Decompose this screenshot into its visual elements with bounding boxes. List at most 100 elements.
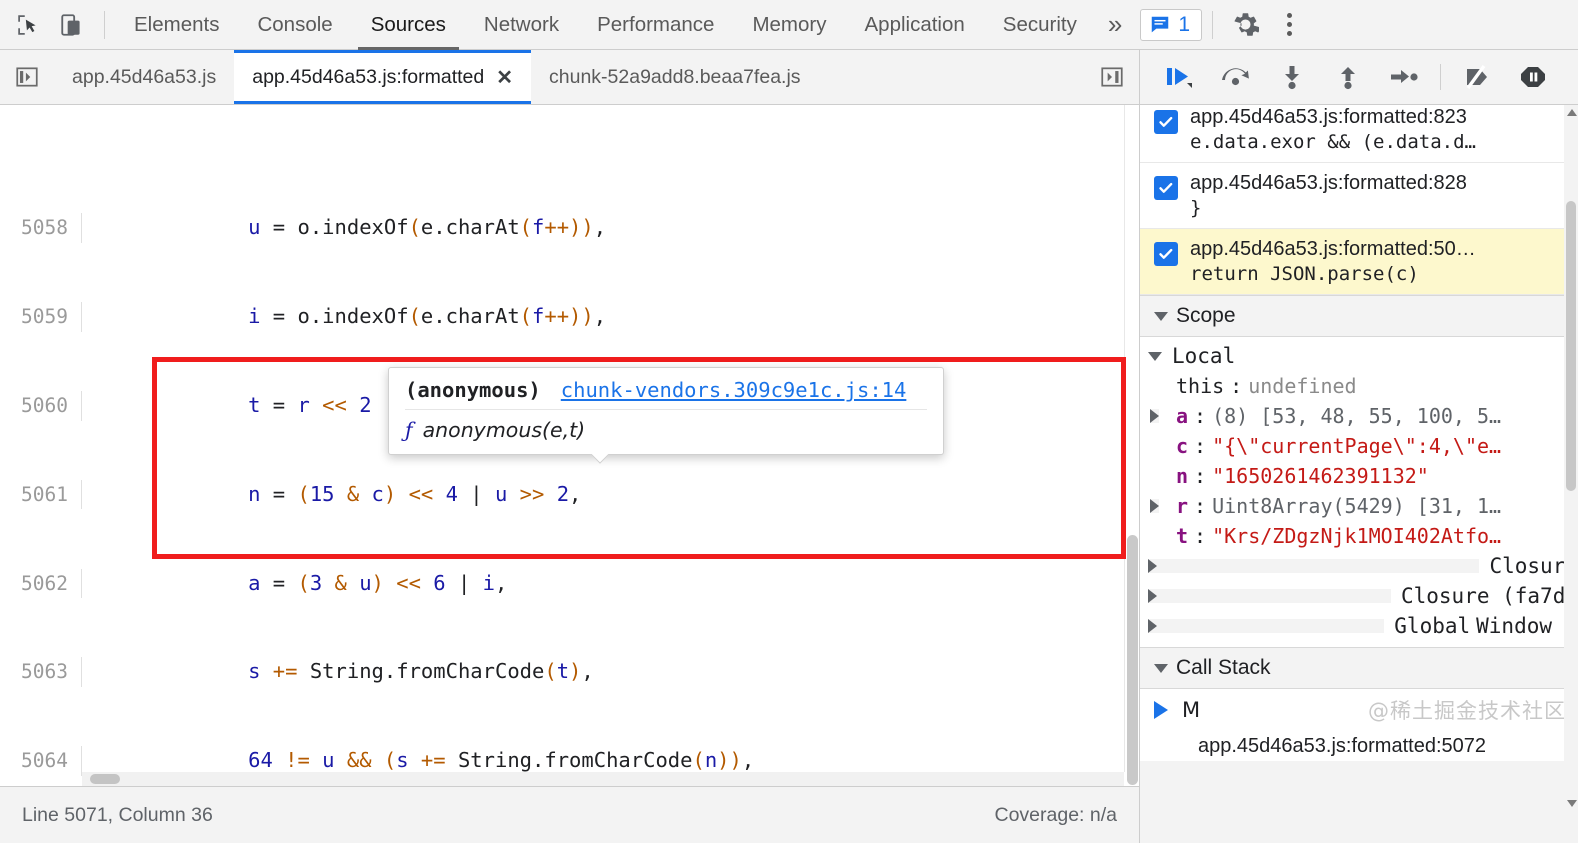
sidebar-scrollbar[interactable] (1564, 105, 1578, 843)
tab-sources[interactable]: Sources (352, 0, 465, 50)
devtools-body: app.45d46a53.js app.45d46a53.js:formatte… (0, 50, 1578, 843)
scope-var-value: "Krs/ZDgzNjk1MOI402Atfo… (1212, 524, 1502, 548)
chevron-down-icon (1154, 663, 1168, 673)
coverage-status[interactable]: Coverage: n/a (995, 804, 1118, 827)
debugger-controls-toolbar (1140, 50, 1578, 105)
call-stack-frame[interactable]: M @稀土掘金技术社区 (1140, 689, 1578, 731)
scope-var-name: a (1176, 404, 1189, 428)
scope-sep: : (1230, 374, 1243, 398)
tab-application[interactable]: Application (846, 0, 984, 50)
step-into-next-function-call-button[interactable] (1266, 55, 1318, 99)
editor-vertical-scroll-thumb (1127, 535, 1138, 785)
line-number[interactable]: 5062 (0, 568, 82, 599)
step-button[interactable] (1378, 55, 1430, 99)
scope-global-value: Window (1476, 614, 1552, 638)
kebab-menu-icon[interactable] (1267, 3, 1311, 47)
tab-performance[interactable]: Performance (578, 0, 733, 50)
scope-group-global[interactable]: Global Window (1140, 611, 1578, 641)
scope-group-local[interactable]: Local (1140, 341, 1578, 371)
tab-network[interactable]: Network (465, 0, 578, 50)
line-number[interactable]: 5064 (0, 746, 82, 776)
popover-tail (589, 454, 609, 464)
scope-group-label: Closure (fa7d) (1400, 584, 1578, 608)
devtools-main-toolbar: Elements Console Sources Network Perform… (0, 0, 1578, 50)
show-navigator-icon[interactable] (0, 50, 54, 104)
close-icon[interactable]: ✕ (496, 65, 513, 90)
breakpoints-list: app.45d46a53.js:formatted:823 e.data.exo… (1140, 105, 1578, 295)
breakpoint-source: return JSON.parse(c) (1190, 263, 1419, 285)
scroll-down-arrow-icon[interactable] (1567, 800, 1577, 807)
more-tabs-icon[interactable] (1085, 50, 1139, 104)
breakpoint-source: } (1190, 197, 1202, 219)
row-expander[interactable] (1150, 499, 1170, 513)
inspect-element-icon[interactable] (6, 3, 50, 47)
scope-row-t[interactable]: t: "Krs/ZDgzNjk1MOI402Atfo… (1140, 521, 1578, 551)
code-line: 5062 a = (3 & u) << 6 | i, (0, 568, 1139, 599)
code-editor[interactable]: 5058 u = o.indexOf(e.charAt(f++)), 5059 … (0, 105, 1139, 786)
breakpoint-text: app.45d46a53.js:formatted:823 e.data.exo… (1190, 106, 1476, 153)
file-tab-app-js[interactable]: app.45d46a53.js (54, 50, 234, 104)
chevron-right-icon (1150, 499, 1159, 513)
scope-sep: : (1194, 464, 1207, 488)
scope-row-this[interactable]: this: undefined (1140, 371, 1578, 401)
editor-vertical-scrollbar[interactable] (1124, 105, 1139, 785)
tab-console[interactable]: Console (238, 0, 351, 50)
popover-function-name: (anonymous) (405, 378, 541, 402)
breakpoint-row[interactable]: app.45d46a53.js:formatted:828 } (1140, 163, 1578, 229)
step-out-of-current-function-button[interactable] (1322, 55, 1374, 99)
row-expander[interactable] (1150, 409, 1170, 423)
step-over-next-function-call-button[interactable] (1210, 55, 1262, 99)
pause-on-exceptions-button[interactable] (1507, 55, 1559, 99)
breakpoint-location: app.45d46a53.js:formatted:823 (1190, 106, 1467, 128)
file-tab-chunk-js[interactable]: chunk-52a9add8.beaa7fea.js (531, 50, 819, 104)
editor-horizontal-scroll-thumb (90, 774, 120, 784)
line-number[interactable]: 5061 (0, 479, 82, 510)
device-toolbar-icon[interactable] (50, 3, 94, 47)
tab-memory[interactable]: Memory (733, 0, 845, 50)
scope-var-value: "{\"currentPage\":4,\"e… (1212, 434, 1502, 458)
scope-var-value: "1650261462391132" (1212, 464, 1429, 488)
popover-source-link[interactable]: chunk-vendors.309c9e1c.js:14 (561, 378, 907, 402)
scope-group-closure[interactable]: Closure (1140, 551, 1578, 581)
scope-row-a[interactable]: a: (8) [53, 48, 55, 100, 5… (1140, 401, 1578, 431)
code-line: 5059 i = o.indexOf(e.charAt(f++)), (0, 302, 1139, 332)
breakpoint-text: app.45d46a53.js:formatted:50… return JSO… (1190, 238, 1476, 285)
more-tabs-chevron-icon[interactable]: » (1096, 9, 1134, 40)
line-number[interactable]: 5060 (0, 390, 82, 421)
call-stack-frame-location: app.45d46a53.js:formatted:5072 (1140, 731, 1578, 761)
chevron-right-icon (1150, 409, 1159, 423)
resume-script-execution-button[interactable] (1154, 55, 1206, 99)
watermark: @稀土掘金技术社区 (1368, 699, 1566, 723)
gear-icon[interactable] (1223, 3, 1267, 47)
scope-row-c[interactable]: c: "{\"currentPage\":4,\"e… (1140, 431, 1578, 461)
editor-horizontal-scrollbar[interactable] (82, 772, 1124, 786)
scroll-up-arrow-icon[interactable] (1567, 109, 1577, 116)
message-count-badge[interactable]: 1 (1140, 8, 1203, 41)
scope-group-closure-fa7d[interactable]: Closure (fa7d) (1140, 581, 1578, 611)
breakpoint-checkbox[interactable] (1154, 242, 1178, 266)
scope-section-header[interactable]: Scope (1140, 295, 1578, 337)
function-tooltip-popover[interactable]: (anonymous) chunk-vendors.309c9e1c.js:14… (388, 367, 944, 455)
devtools-window: Elements Console Sources Network Perform… (0, 0, 1578, 843)
line-source: a = (3 & u) << 6 | i, (248, 570, 508, 595)
breakpoint-row[interactable]: app.45d46a53.js:formatted:823 e.data.exo… (1140, 105, 1578, 163)
chevron-right-icon (1148, 619, 1385, 633)
call-stack-section-header[interactable]: Call Stack (1140, 647, 1578, 689)
breakpoint-location: app.45d46a53.js:formatted:828 (1190, 172, 1467, 194)
file-tab-app-js-formatted[interactable]: app.45d46a53.js:formatted ✕ (234, 50, 531, 104)
tab-elements[interactable]: Elements (115, 0, 238, 50)
breakpoint-checkbox[interactable] (1154, 176, 1178, 200)
scope-row-n[interactable]: n: "1650261462391132" (1140, 461, 1578, 491)
scope-row-r[interactable]: r: Uint8Array(5429) [31, 1… (1140, 491, 1578, 521)
breakpoint-checkbox[interactable] (1154, 110, 1178, 134)
scope-sep: : (1194, 434, 1207, 458)
chevron-down-icon (1154, 311, 1168, 321)
scope-var-name: this (1176, 374, 1225, 398)
code-line: 5063 s += String.fromCharCode(t), (0, 657, 1139, 687)
line-number[interactable]: 5059 (0, 302, 82, 332)
breakpoint-row-active[interactable]: app.45d46a53.js:formatted:50… return JSO… (1140, 229, 1578, 295)
line-number[interactable]: 5063 (0, 657, 82, 687)
tab-security[interactable]: Security (984, 0, 1096, 50)
line-number[interactable]: 5058 (0, 213, 82, 243)
deactivate-breakpoints-button[interactable] (1451, 55, 1503, 99)
